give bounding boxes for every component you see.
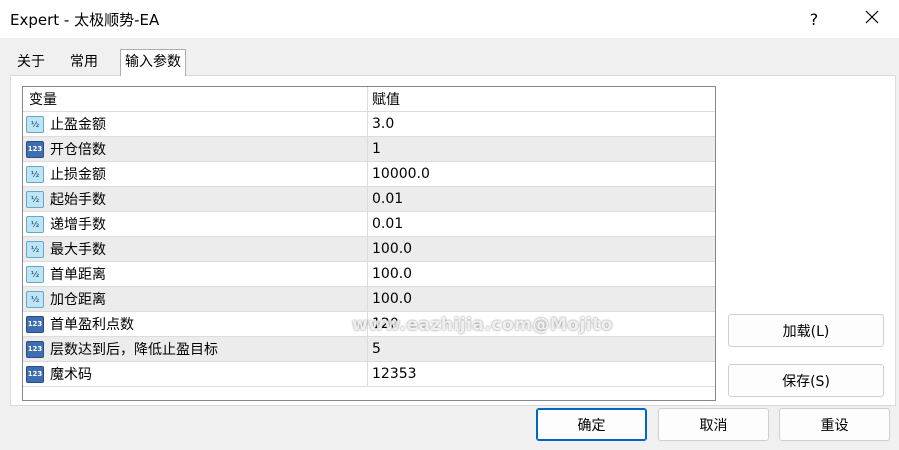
tab-about[interactable]: 关于 bbox=[13, 50, 49, 74]
parameter-name-cell: ½ 止盈金额 bbox=[23, 112, 368, 136]
table-row[interactable]: ½ 起始手数 0.01 bbox=[23, 187, 715, 212]
parameter-name: 最大手数 bbox=[50, 242, 106, 258]
parameter-value-cell[interactable]: 100.0 bbox=[368, 262, 715, 286]
parameter-name: 开仓倍数 bbox=[50, 142, 106, 158]
table-row[interactable]: 123 魔术码 12353 bbox=[23, 362, 715, 387]
grid-header: 变量 赋值 bbox=[23, 87, 715, 112]
close-icon bbox=[865, 10, 879, 28]
parameter-name-cell: ½ 最大手数 bbox=[23, 237, 368, 261]
table-row[interactable]: 123 层数达到后，降低止盈目标 5 bbox=[23, 337, 715, 362]
cancel-button[interactable]: 取消 bbox=[658, 408, 769, 441]
parameter-name: 递增手数 bbox=[50, 217, 106, 233]
parameter-value-cell[interactable]: 0.01 bbox=[368, 212, 715, 236]
reset-button[interactable]: 重设 bbox=[779, 408, 890, 441]
parameter-value-cell[interactable]: 10000.0 bbox=[368, 162, 715, 186]
table-row[interactable]: ½ 首单距离 100.0 bbox=[23, 262, 715, 287]
parameter-name: 首单距离 bbox=[50, 267, 106, 283]
title-bar: Expert - 太极顺势-EA ? bbox=[0, 0, 899, 38]
tab-inputs[interactable]: 输入参数 bbox=[120, 49, 186, 76]
parameter-name-cell: 123 层数达到后，降低止盈目标 bbox=[23, 337, 368, 361]
parameter-name-cell: ½ 止损金额 bbox=[23, 162, 368, 186]
parameter-value-cell[interactable]: 100.0 bbox=[368, 287, 715, 311]
double-type-icon: ½ bbox=[26, 165, 44, 183]
parameter-name-cell: 123 魔术码 bbox=[23, 362, 368, 386]
parameter-value-cell[interactable]: 1 bbox=[368, 137, 715, 161]
help-button[interactable]: ? bbox=[796, 4, 832, 34]
table-row[interactable]: ½ 加仓距离 100.0 bbox=[23, 287, 715, 312]
parameter-name: 魔术码 bbox=[50, 367, 92, 383]
close-button[interactable] bbox=[852, 4, 892, 34]
ok-button[interactable]: 确定 bbox=[536, 408, 647, 441]
parameter-name-cell: ½ 加仓距离 bbox=[23, 287, 368, 311]
parameter-value-cell[interactable]: 12353 bbox=[368, 362, 715, 386]
parameter-name: 起始手数 bbox=[50, 192, 106, 208]
parameter-name-cell: 123 首单盈利点数 bbox=[23, 312, 368, 336]
parameter-name-cell: ½ 首单距离 bbox=[23, 262, 368, 286]
parameter-value-cell[interactable]: 3.0 bbox=[368, 112, 715, 136]
double-type-icon: ½ bbox=[26, 240, 44, 258]
integer-type-icon: 123 bbox=[26, 340, 44, 358]
input-parameters-grid[interactable]: 变量 赋值 ½ 止盈金额 3.0 123 开仓倍数 1 ½ 止损金额 10000.0 ½ 起始手数 0… bbox=[22, 86, 716, 401]
help-label: ? bbox=[809, 9, 819, 29]
parameter-name: 加仓距离 bbox=[50, 292, 106, 308]
parameter-name: 首单盈利点数 bbox=[50, 317, 134, 333]
table-row[interactable]: ½ 止盈金额 3.0 bbox=[23, 112, 715, 137]
double-type-icon: ½ bbox=[26, 215, 44, 233]
parameter-value-cell[interactable]: 120 bbox=[368, 312, 715, 336]
parameter-value-cell[interactable]: 0.01 bbox=[368, 187, 715, 211]
parameter-name-cell: 123 开仓倍数 bbox=[23, 137, 368, 161]
load-button[interactable]: 加载(L) bbox=[728, 314, 884, 347]
parameter-name: 层数达到后，降低止盈目标 bbox=[50, 342, 218, 358]
parameter-name-cell: ½ 起始手数 bbox=[23, 187, 368, 211]
double-type-icon: ½ bbox=[26, 265, 44, 283]
table-row[interactable]: 123 开仓倍数 1 bbox=[23, 137, 715, 162]
parameter-name-cell: ½ 递增手数 bbox=[23, 212, 368, 236]
column-header-variable[interactable]: 变量 bbox=[23, 87, 368, 111]
table-row[interactable]: 123 首单盈利点数 120 bbox=[23, 312, 715, 337]
tab-common[interactable]: 常用 bbox=[66, 50, 102, 74]
table-row[interactable]: ½ 最大手数 100.0 bbox=[23, 237, 715, 262]
integer-type-icon: 123 bbox=[26, 140, 44, 158]
integer-type-icon: 123 bbox=[26, 365, 44, 383]
parameter-value-cell[interactable]: 100.0 bbox=[368, 237, 715, 261]
table-row[interactable]: ½ 止损金额 10000.0 bbox=[23, 162, 715, 187]
double-type-icon: ½ bbox=[26, 115, 44, 133]
parameter-name: 止损金额 bbox=[50, 167, 106, 183]
window-title: Expert - 太极顺势-EA bbox=[10, 11, 160, 29]
parameter-name: 止盈金额 bbox=[50, 117, 106, 133]
parameter-value-cell[interactable]: 5 bbox=[368, 337, 715, 361]
column-header-value[interactable]: 赋值 bbox=[368, 87, 715, 111]
table-row[interactable]: ½ 递增手数 0.01 bbox=[23, 212, 715, 237]
save-button[interactable]: 保存(S) bbox=[728, 364, 884, 397]
double-type-icon: ½ bbox=[26, 290, 44, 308]
double-type-icon: ½ bbox=[26, 190, 44, 208]
integer-type-icon: 123 bbox=[26, 315, 44, 333]
